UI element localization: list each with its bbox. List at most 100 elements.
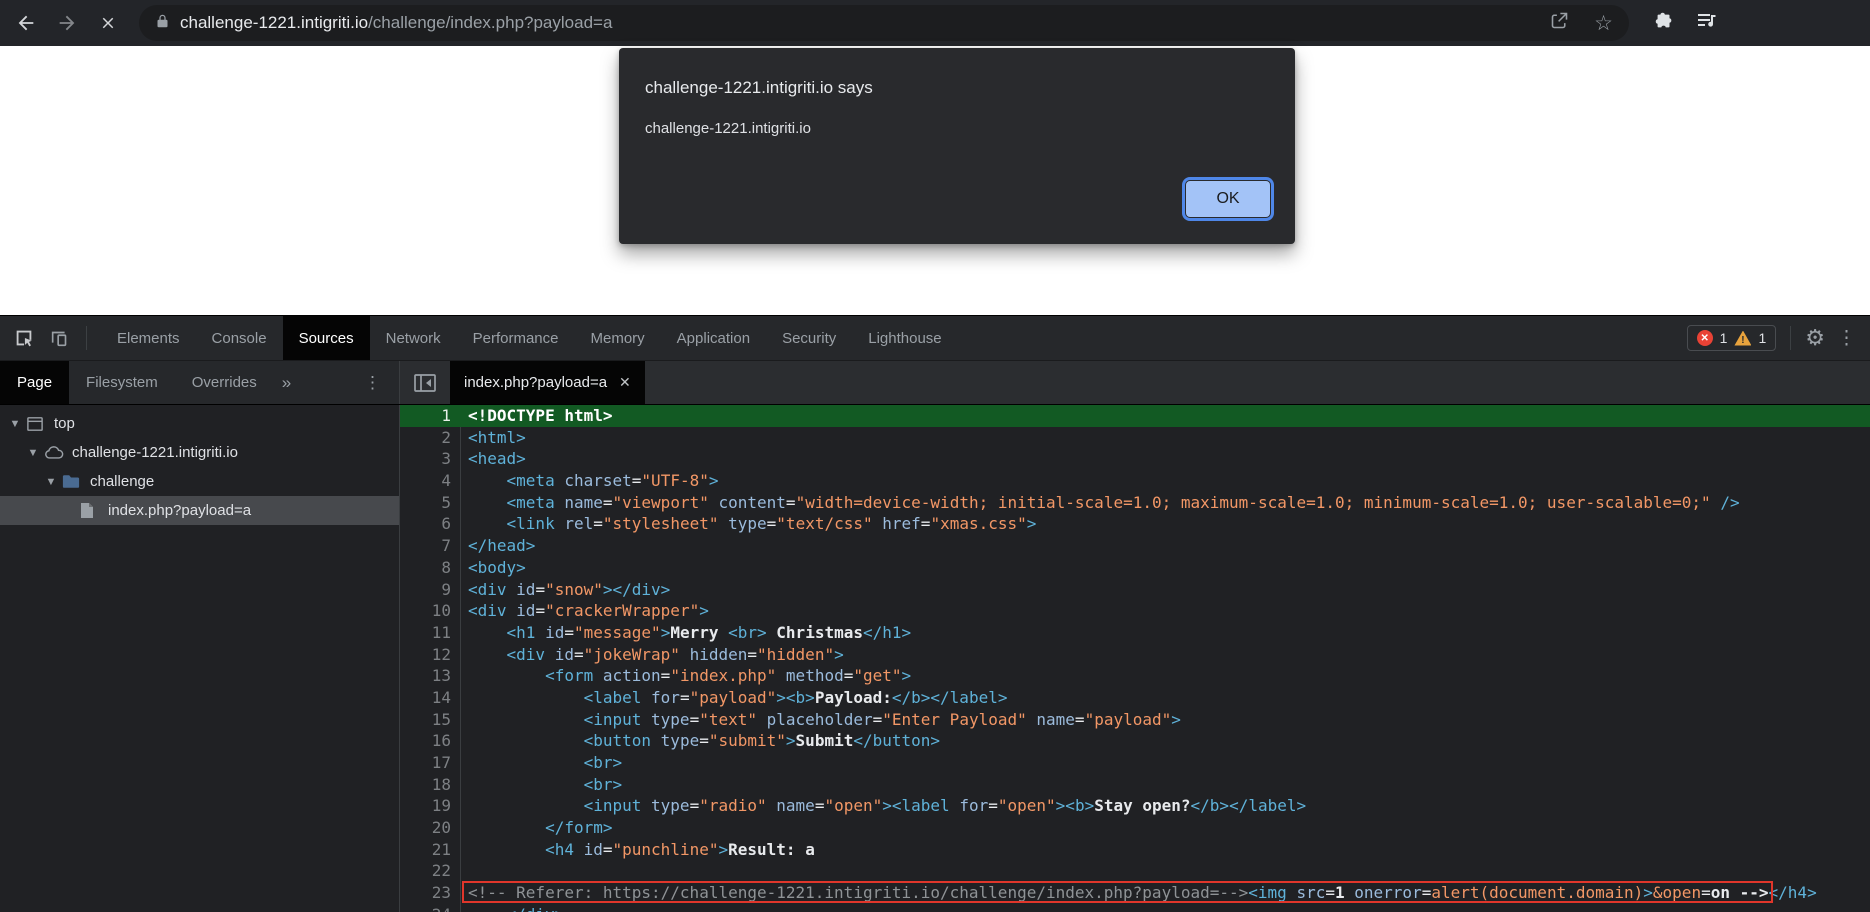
tree-item-label: top bbox=[54, 415, 75, 432]
line-number[interactable]: 19 bbox=[400, 795, 461, 817]
ok-button[interactable]: OK bbox=[1185, 180, 1271, 218]
line-number[interactable]: 4 bbox=[400, 470, 461, 492]
code-line-19: 19 <input type="radio" name="open"><labe… bbox=[400, 795, 1870, 817]
nav-tab-filesystem[interactable]: Filesystem bbox=[69, 361, 175, 404]
more-tabs-icon[interactable]: » bbox=[274, 361, 299, 404]
nav-tab-overrides[interactable]: Overrides bbox=[175, 361, 274, 404]
code-content: <html> bbox=[461, 427, 526, 449]
code-token: "radio" bbox=[699, 796, 766, 815]
code-content: </head> bbox=[461, 535, 535, 557]
close-icon[interactable]: ✕ bbox=[619, 374, 631, 391]
code-content: <form action="index.php" method="get"> bbox=[461, 665, 911, 687]
tab-sources[interactable]: Sources bbox=[283, 316, 370, 360]
code-content: <div id="jokeWrap" hidden="hidden"> bbox=[461, 644, 844, 666]
code-editor: 1<!DOCTYPE html>2<html>3<head>4 <meta ch… bbox=[400, 405, 1870, 912]
code-token bbox=[468, 796, 584, 815]
tab-network[interactable]: Network bbox=[370, 316, 457, 360]
warning-count: 1 bbox=[1758, 330, 1766, 346]
error-count: 1 bbox=[1720, 330, 1728, 346]
line-number[interactable]: 20 bbox=[400, 817, 461, 839]
tab-console[interactable]: Console bbox=[196, 316, 283, 360]
code-token bbox=[535, 623, 545, 642]
code-token: <meta bbox=[507, 471, 555, 490]
tree-expand-arrow-icon[interactable]: ▼ bbox=[42, 476, 60, 488]
line-number[interactable]: 18 bbox=[400, 774, 461, 796]
tree-item-challenge[interactable]: ▼ challenge bbox=[0, 467, 399, 496]
line-number[interactable]: 9 bbox=[400, 579, 461, 601]
tab-lighthouse[interactable]: Lighthouse bbox=[852, 316, 957, 360]
device-toolbar-icon[interactable] bbox=[48, 326, 72, 350]
line-number[interactable]: 3 bbox=[400, 448, 461, 470]
tree-expand-arrow-icon[interactable]: ▼ bbox=[24, 447, 42, 459]
code-token: <head> bbox=[468, 449, 526, 468]
settings-gear-icon[interactable]: ⚙ bbox=[1805, 327, 1825, 349]
line-number[interactable]: 7 bbox=[400, 535, 461, 557]
code-token: id bbox=[516, 580, 535, 599]
editor-tabstrip: index.php?payload=a ✕ bbox=[400, 361, 1870, 404]
line-number[interactable]: 8 bbox=[400, 557, 461, 579]
issues-badge[interactable]: ✕ 1 ! 1 bbox=[1687, 325, 1777, 351]
line-number[interactable]: 22 bbox=[400, 860, 461, 882]
tab-memory[interactable]: Memory bbox=[575, 316, 661, 360]
code-token: id bbox=[516, 601, 535, 620]
tree-expand-arrow-icon[interactable]: ▼ bbox=[6, 418, 24, 430]
share-icon[interactable] bbox=[1549, 10, 1570, 36]
error-icon: ✕ bbox=[1697, 330, 1713, 346]
line-number[interactable]: 5 bbox=[400, 492, 461, 514]
code-token: > bbox=[709, 471, 719, 490]
code-token: content bbox=[718, 493, 785, 512]
line-number[interactable]: 6 bbox=[400, 513, 461, 535]
code-token: "text/css" bbox=[776, 514, 872, 533]
code-token: method bbox=[786, 666, 844, 685]
navigator-menu-kebab-icon[interactable]: ⋮ bbox=[356, 361, 399, 404]
stop-loading-icon[interactable] bbox=[96, 11, 120, 35]
toggle-navigator-icon[interactable] bbox=[400, 361, 450, 404]
line-number[interactable]: 1 bbox=[400, 405, 461, 427]
code-token: type bbox=[661, 731, 700, 750]
tree-item-label: challenge-1221.intigriti.io bbox=[72, 444, 238, 461]
line-number[interactable]: 21 bbox=[400, 839, 461, 861]
code-line-23: 23 <!-- Referer: https://challenge-1221.i… bbox=[400, 882, 1870, 904]
extensions-puzzle-icon[interactable] bbox=[1653, 10, 1675, 37]
url-bar[interactable]: challenge-1221.intigriti.io/challenge/in… bbox=[139, 5, 1629, 41]
tree-item-top[interactable]: ▼ top bbox=[0, 409, 399, 438]
tree-item-index-php-payload-a[interactable]: index.php?payload=a bbox=[0, 496, 399, 525]
highlighted-payload-box: <!-- Referer: https://challenge-1221.int… bbox=[468, 883, 1769, 902]
back-arrow-icon[interactable] bbox=[14, 11, 38, 35]
code-token: <input bbox=[584, 710, 642, 729]
line-number[interactable]: 10 bbox=[400, 600, 461, 622]
line-number[interactable]: 24 bbox=[400, 904, 461, 912]
inspect-element-icon[interactable] bbox=[12, 326, 36, 350]
code-line-21: 21 <h4 id="punchline">Result: a bbox=[400, 839, 1870, 861]
tab-application[interactable]: Application bbox=[661, 316, 766, 360]
code-line-4: 4 <meta charset="UTF-8"> bbox=[400, 470, 1870, 492]
code-token bbox=[507, 601, 517, 620]
tree-item-challenge-1221-intigriti-io[interactable]: ▼ challenge-1221.intigriti.io bbox=[0, 438, 399, 467]
line-number[interactable]: 23 bbox=[400, 882, 461, 904]
tree-item-label: challenge bbox=[90, 473, 154, 490]
line-number[interactable]: 14 bbox=[400, 687, 461, 709]
line-number[interactable]: 16 bbox=[400, 730, 461, 752]
tab-security[interactable]: Security bbox=[766, 316, 852, 360]
line-number[interactable]: 13 bbox=[400, 665, 461, 687]
code-token: name bbox=[1036, 710, 1075, 729]
line-number[interactable]: 15 bbox=[400, 709, 461, 731]
nav-tab-page[interactable]: Page bbox=[0, 361, 69, 404]
forward-arrow-icon[interactable] bbox=[55, 11, 79, 35]
media-controls-icon[interactable] bbox=[1695, 9, 1719, 38]
lock-icon bbox=[155, 12, 170, 35]
code-token: src bbox=[1296, 883, 1325, 902]
file-tab[interactable]: index.php?payload=a ✕ bbox=[450, 361, 645, 404]
devtools-menu-kebab-icon[interactable]: ⋮ bbox=[1837, 329, 1856, 348]
sources-header-row: ⋮ PageFilesystemOverrides» index.php?pay… bbox=[0, 361, 1870, 405]
tab-elements[interactable]: Elements bbox=[101, 316, 196, 360]
code-token: <div bbox=[507, 645, 546, 664]
code-token bbox=[574, 840, 584, 859]
tab-performance[interactable]: Performance bbox=[457, 316, 575, 360]
line-number[interactable]: 12 bbox=[400, 644, 461, 666]
bookmark-star-icon[interactable]: ☆ bbox=[1594, 13, 1613, 34]
line-number[interactable]: 11 bbox=[400, 622, 461, 644]
line-number[interactable]: 17 bbox=[400, 752, 461, 774]
line-number[interactable]: 2 bbox=[400, 427, 461, 449]
code-token: id bbox=[555, 645, 574, 664]
